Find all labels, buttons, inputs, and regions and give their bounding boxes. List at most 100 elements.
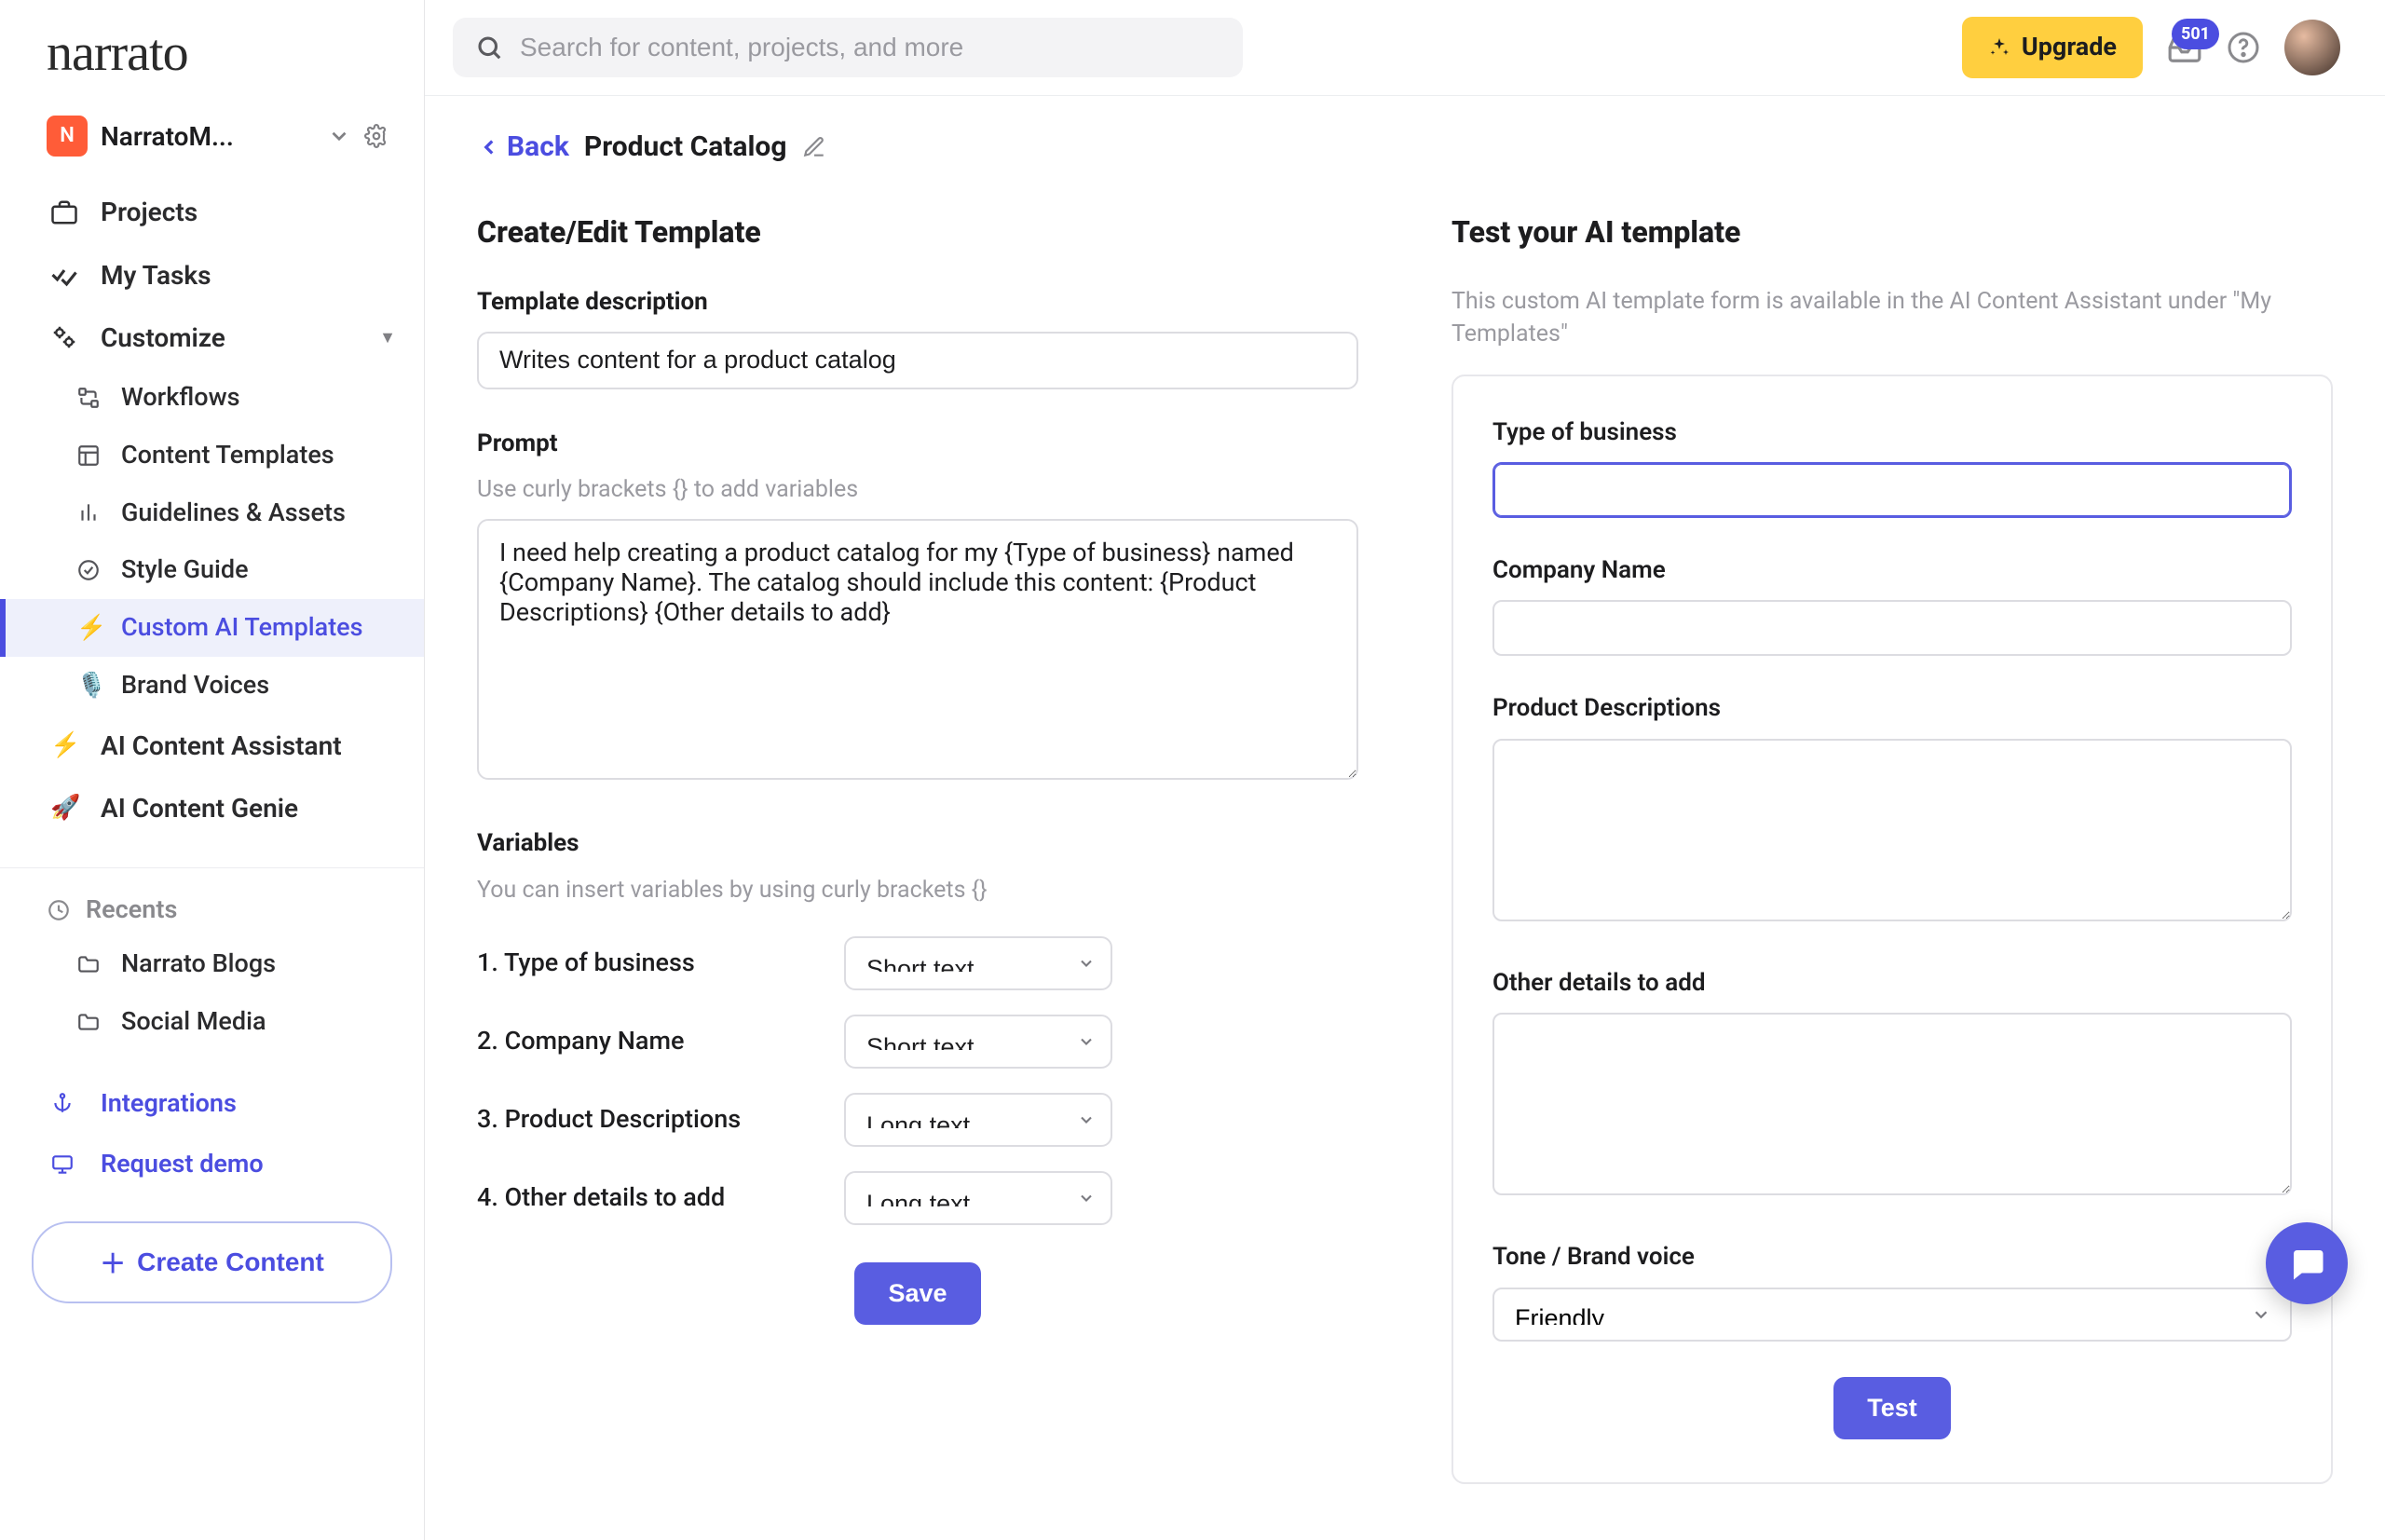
page-title: Product Catalog [584,128,787,167]
workspace-name: NarratoM... [101,118,314,155]
template-description-input[interactable] [477,332,1358,389]
sidebar-item-content-templates[interactable]: Content Templates [0,427,424,484]
plus-icon: ＋ [100,1244,126,1281]
mic-icon: 🎙️ [76,669,106,702]
sidebar-item-integrations[interactable]: Integrations [0,1073,424,1135]
prompt-hint: Use curly brackets {} to add variables [477,473,1358,506]
variable-row: 4. Other details to add Long text [477,1171,1358,1225]
sidebar-link-label: Request demo [101,1147,264,1182]
chevron-left-icon [477,135,501,159]
sidebar-item-ai-genie[interactable]: 🚀 AI Content Genie [0,777,424,839]
chat-icon [2287,1244,2326,1283]
tone-select[interactable]: Friendly [1492,1288,2292,1342]
briefcase-icon [50,198,84,226]
sidebar-item-label: Projects [101,194,198,230]
sidebar-item-label: AI Content Genie [101,790,298,826]
breadcrumb: Back Product Catalog [477,128,2333,167]
variable-type-select[interactable]: Long text [844,1093,1112,1147]
sidebar-item-label: Style Guide [121,552,249,588]
notification-badge: 501 [2172,19,2219,49]
test-field-label: Company Name [1492,553,2292,587]
sidebar-item-ai-assistant[interactable]: ⚡ AI Content Assistant [0,715,424,777]
gear-icon[interactable] [364,124,388,148]
variables-hint: You can insert variables by using curly … [477,874,1358,906]
gears-icon [50,323,84,351]
desc-label: Template description [477,285,1358,319]
sidebar-link-label: Integrations [101,1086,237,1122]
search-input-wrap[interactable] [453,18,1243,77]
sparkle-icon [1988,36,2010,59]
company-name-input[interactable] [1492,600,2292,656]
sidebar-item-customize[interactable]: Customize ▼ [0,307,424,369]
tone-label: Tone / Brand voice [1492,1240,2292,1274]
clock-icon [47,898,71,922]
layout-icon [76,443,106,468]
sidebar-item-label: Brand Voices [121,668,269,703]
rocket-icon: 🚀 [50,791,84,825]
upgrade-button[interactable]: Upgrade [1962,17,2143,78]
sidebar-item-request-demo[interactable]: Request demo [0,1134,424,1195]
recent-item-label: Social Media [121,1004,266,1040]
topbar: Upgrade 501 [425,0,2385,96]
variable-type-select[interactable]: Short text [844,936,1112,990]
anchor-icon [50,1091,84,1115]
prompt-label: Prompt [477,427,1358,460]
recent-item-label: Narrato Blogs [121,947,276,982]
recents-label: Recents [86,893,177,928]
test-button[interactable]: Test [1833,1377,1951,1439]
sidebar-item-label: Guidelines & Assets [121,496,346,531]
variable-name: 1. Type of business [477,946,822,981]
variable-row: 2. Company Name Short text [477,1015,1358,1069]
sidebar-item-label: Custom AI Templates [121,610,363,646]
flow-icon [76,386,106,410]
recent-item-social-media[interactable]: Social Media [0,993,424,1051]
test-note: This custom AI template form is availabl… [1451,285,2333,350]
sidebar-item-brand-voices[interactable]: 🎙️ Brand Voices [0,657,424,715]
triangle-down-icon: ▼ [379,326,396,349]
folder-icon [76,1010,106,1034]
workspace-switcher[interactable]: N NarratoM... [0,108,424,170]
type-of-business-input[interactable] [1492,462,2292,518]
folder-icon [76,952,106,976]
test-field-label: Type of business [1492,416,2292,449]
save-button[interactable]: Save [854,1262,980,1325]
back-button[interactable]: Back [477,128,569,167]
inbox-button[interactable]: 501 [2167,30,2202,65]
divider [0,867,424,868]
sidebar-item-style-guide[interactable]: Style Guide [0,541,424,599]
search-input[interactable] [520,33,1220,62]
help-button[interactable] [2227,31,2260,64]
variable-row: 3. Product Descriptions Long text [477,1093,1358,1147]
sidebar-item-projects[interactable]: Projects [0,181,424,243]
product-descriptions-textarea[interactable] [1492,739,2292,921]
lightning-icon: ⚡ [50,729,84,762]
variable-type-select[interactable]: Long text [844,1171,1112,1225]
test-panel: Type of business Company Name Product De… [1451,375,2333,1484]
prompt-textarea[interactable] [477,519,1358,780]
lightning-icon: ⚡ [76,611,106,645]
sidebar-item-workflows[interactable]: Workflows [0,369,424,427]
variable-type-select[interactable]: Short text [844,1015,1112,1069]
sidebar-item-my-tasks[interactable]: My Tasks [0,244,424,307]
sidebar-item-custom-ai[interactable]: ⚡ Custom AI Templates [0,599,424,657]
button-label: Upgrade [2022,30,2117,65]
checks-icon [50,261,84,289]
sidebar-item-label: AI Content Assistant [101,728,342,764]
sidebar-item-guidelines[interactable]: Guidelines & Assets [0,484,424,542]
check-circle-icon [76,558,106,582]
logo: narrato [47,17,387,89]
chevron-down-icon[interactable] [327,124,351,148]
sidebar: narrato N NarratoM... Projects [0,0,425,1540]
other-details-textarea[interactable] [1492,1013,2292,1195]
chart-icon [76,500,106,525]
test-field-label: Product Descriptions [1492,691,2292,725]
chat-widget-button[interactable] [2266,1222,2348,1304]
avatar[interactable] [2284,20,2340,75]
sidebar-item-label: Customize [101,320,225,356]
edit-icon[interactable] [802,135,826,159]
recent-item-narrato-blogs[interactable]: Narrato Blogs [0,935,424,993]
create-content-button[interactable]: ＋ Create Content [32,1221,392,1303]
variables-label: Variables [477,826,1358,860]
recents-header: Recents [0,885,424,935]
sidebar-item-label: Workflows [121,380,240,416]
